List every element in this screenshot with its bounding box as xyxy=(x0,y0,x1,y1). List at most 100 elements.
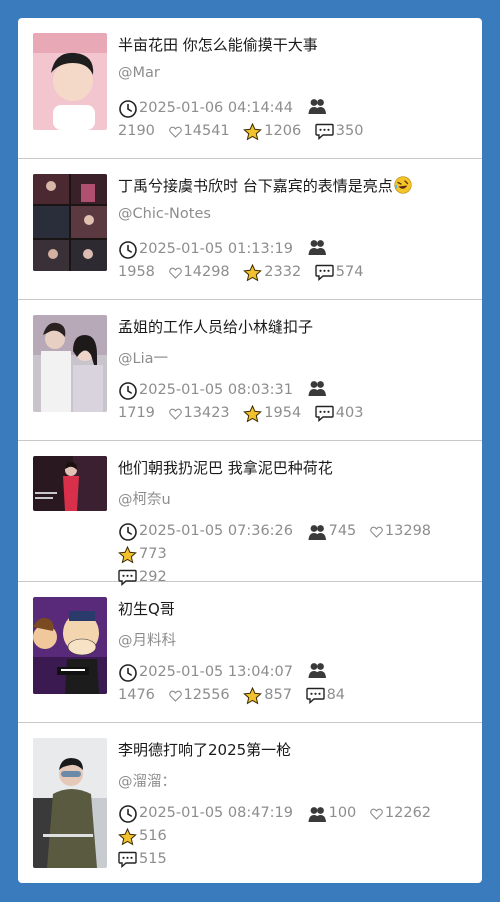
post-thumbnail[interactable] xyxy=(33,174,107,271)
comment-icon xyxy=(118,851,137,868)
heart-icon xyxy=(168,690,182,702)
post-meta: 2025-01-05 13:04:07 1476 12556 857 84 xyxy=(118,661,473,707)
clock-icon xyxy=(119,804,137,823)
post-likes[interactable]: 12262 xyxy=(370,802,431,825)
clock-icon xyxy=(119,240,137,259)
post-time: 2025-01-06 04:14:44 xyxy=(118,97,293,120)
post-meta: 2025-01-05 07:36:26 745 13298 773 292 xyxy=(118,520,473,589)
post-likes-count: 14298 xyxy=(183,264,230,280)
post-title[interactable]: 他们朝我扔泥巴 我拿泥巴种荷花 xyxy=(118,457,333,478)
post-favorites-count: 1206 xyxy=(264,123,302,139)
heart-icon xyxy=(168,408,182,420)
post-thumbnail[interactable] xyxy=(33,315,107,412)
post-title[interactable]: 初生Q哥 xyxy=(118,598,175,619)
star-icon xyxy=(118,545,137,563)
post-likes[interactable]: 13298 xyxy=(370,520,431,543)
post-favorites[interactable]: 1206 xyxy=(243,120,301,143)
heart-icon xyxy=(168,126,182,138)
post-author[interactable]: @月料科 xyxy=(118,629,176,650)
post-time: 2025-01-05 13:04:07 xyxy=(118,661,293,684)
group-icon xyxy=(308,99,326,114)
post-card[interactable]: 初生Q哥 @月料科 2025-01-05 13:04:07 1476 12556… xyxy=(18,582,482,723)
post-card[interactable]: 孟姐的工作人员给小林缝扣子 @Lia一 2025-01-05 08:03:31 … xyxy=(18,300,482,441)
post-thumbnail[interactable] xyxy=(33,33,107,130)
post-time-text: 2025-01-05 07:36:26 xyxy=(139,523,293,539)
post-time-text: 2025-01-05 13:04:07 xyxy=(139,664,293,680)
post-author[interactable]: @Mar xyxy=(118,65,160,81)
post-views-count: 2190 xyxy=(118,123,155,139)
post-views: 745 xyxy=(307,520,356,543)
group-icon xyxy=(308,240,326,255)
post-likes[interactable]: 12556 xyxy=(168,684,230,707)
post-card[interactable]: 半亩花田 你怎么能偷摸干大事 @Mar 2025-01-06 04:14:44 … xyxy=(18,18,482,159)
post-title[interactable]: 孟姐的工作人员给小林缝扣子 xyxy=(118,316,313,337)
post-likes[interactable]: 13423 xyxy=(168,402,230,425)
post-title[interactable]: 半亩花田 你怎么能偷摸干大事 xyxy=(118,34,318,55)
post-time-text: 2025-01-06 04:14:44 xyxy=(139,100,293,116)
post-title[interactable]: 丁禹兮接虞书欣时 台下嘉宾的表情是亮点 xyxy=(118,175,412,196)
post-comments[interactable]: 350 xyxy=(315,120,363,143)
post-views xyxy=(307,661,329,679)
post-comments[interactable]: 515 xyxy=(118,848,167,871)
post-author[interactable]: @柯奈u xyxy=(118,488,171,509)
post-feed: 半亩花田 你怎么能偷摸干大事 @Mar 2025-01-06 04:14:44 … xyxy=(18,18,482,883)
post-likes-count: 14541 xyxy=(183,123,230,139)
clock-icon xyxy=(119,99,137,118)
post-favorites-count: 857 xyxy=(264,687,292,703)
post-meta: 2025-01-06 04:14:44 2190 14541 1206 350 xyxy=(118,97,473,143)
post-favorites-count: 2332 xyxy=(264,264,302,280)
post-favorites[interactable]: 857 xyxy=(243,684,292,707)
post-views xyxy=(307,379,329,397)
post-comments-count: 84 xyxy=(326,687,346,703)
post-card[interactable]: 李明德打响了2025第一枪 @溜溜： 2025-01-05 08:47:19 1… xyxy=(18,723,482,883)
post-likes[interactable]: 14541 xyxy=(168,120,230,143)
group-icon xyxy=(308,806,326,822)
post-comments[interactable]: 403 xyxy=(315,402,364,425)
post-card[interactable]: 他们朝我扔泥巴 我拿泥巴种荷花 @柯奈u 2025-01-05 07:36:26… xyxy=(18,441,482,586)
post-likes-count: 13423 xyxy=(183,405,230,421)
post-comments[interactable]: 84 xyxy=(305,684,346,707)
group-icon xyxy=(308,381,326,396)
post-comments-count: 515 xyxy=(139,851,167,867)
comment-icon xyxy=(305,687,325,704)
post-favorites-count: 773 xyxy=(139,546,167,562)
post-thumbnail[interactable] xyxy=(33,456,107,511)
post-time: 2025-01-05 08:47:19 xyxy=(118,802,293,825)
star-icon xyxy=(243,686,263,704)
post-comments-count: 403 xyxy=(335,405,364,421)
post-favorites[interactable]: 2332 xyxy=(243,261,301,284)
post-author[interactable]: @Chic-Notes xyxy=(118,206,211,222)
post-likes[interactable]: 14298 xyxy=(168,261,230,284)
heart-icon xyxy=(370,526,383,538)
post-likes-count: 12556 xyxy=(183,687,230,703)
heart-icon xyxy=(370,808,383,820)
post-favorites[interactable]: 773 xyxy=(118,543,167,566)
post-likes-count: 13298 xyxy=(384,523,432,539)
post-meta: 2025-01-05 08:03:31 1719 13423 1954 403 xyxy=(118,379,473,425)
post-favorites-count: 1954 xyxy=(264,405,302,421)
group-icon xyxy=(308,663,326,678)
post-card[interactable]: 丁禹兮接虞书欣时 台下嘉宾的表情是亮点 @Chic-Notes 2025-01-… xyxy=(18,159,482,300)
post-meta: 2025-01-05 08:47:19 100 12262 516 515 xyxy=(118,802,473,871)
post-thumbnail[interactable] xyxy=(33,738,107,868)
post-author[interactable]: @溜溜： xyxy=(118,770,176,791)
clock-icon xyxy=(119,663,137,682)
post-title[interactable]: 李明德打响了2025第一枪 xyxy=(118,739,291,760)
post-comments[interactable]: 574 xyxy=(315,261,364,284)
post-likes-count: 12262 xyxy=(384,805,432,821)
post-meta: 2025-01-05 01:13:19 1958 14298 2332 574 xyxy=(118,238,473,284)
post-favorites[interactable]: 1954 xyxy=(243,402,301,425)
post-favorites[interactable]: 516 xyxy=(118,825,167,848)
post-views-count: 100 xyxy=(328,805,357,821)
post-views xyxy=(307,238,329,256)
comment-icon xyxy=(315,123,334,140)
group-icon xyxy=(308,524,326,540)
post-thumbnail[interactable] xyxy=(33,597,107,694)
star-icon xyxy=(243,122,263,140)
post-comments-count: 574 xyxy=(335,264,364,280)
post-author[interactable]: @Lia一 xyxy=(118,347,168,368)
post-views-count: 1958 xyxy=(118,264,155,280)
post-time: 2025-01-05 01:13:19 xyxy=(118,238,293,261)
comment-icon xyxy=(315,264,334,281)
post-time-text: 2025-01-05 01:13:19 xyxy=(139,241,293,257)
